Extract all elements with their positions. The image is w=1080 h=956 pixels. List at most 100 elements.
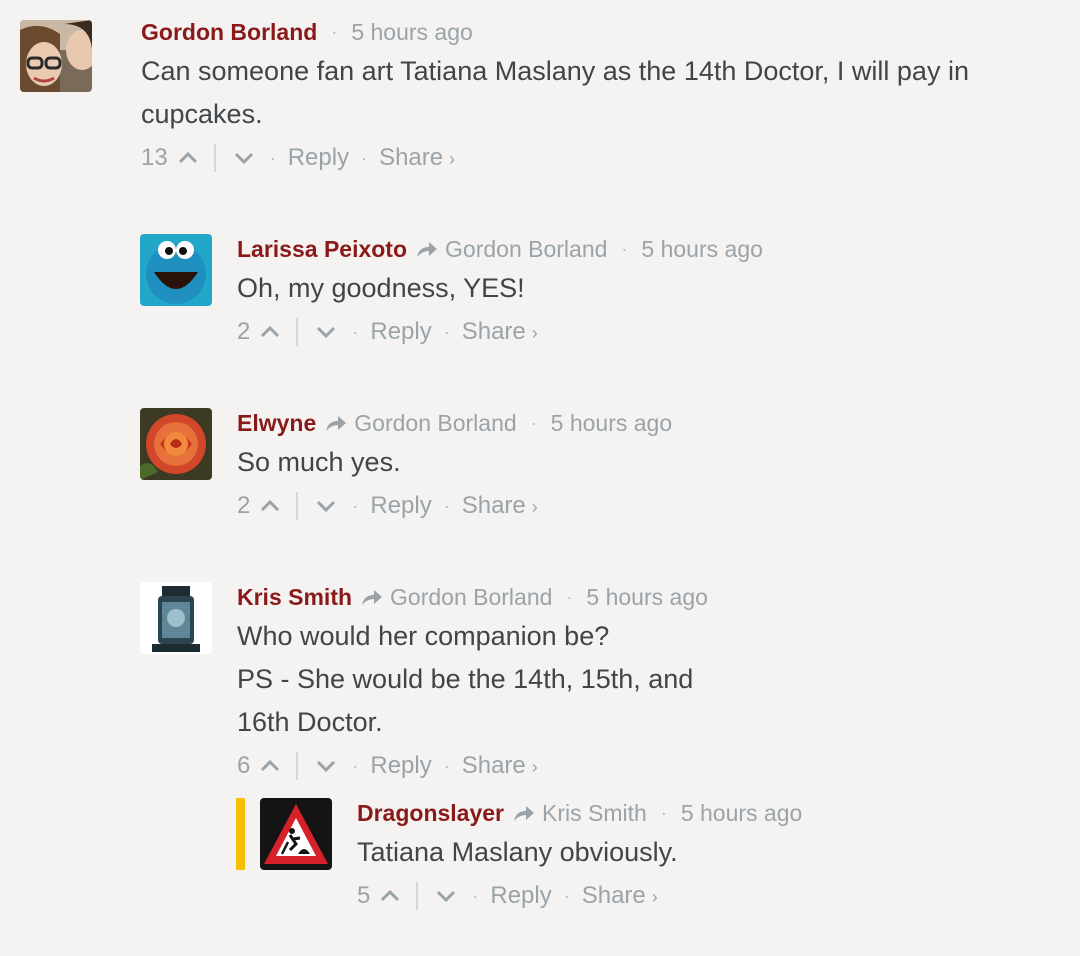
chevron-up-icon xyxy=(261,325,280,338)
chevron-right-icon: › xyxy=(449,149,456,169)
parent-author[interactable]: Kris Smith xyxy=(542,800,647,827)
upvote-button[interactable] xyxy=(174,143,202,173)
downvote-button[interactable] xyxy=(312,491,340,521)
vote-count: 13 xyxy=(141,144,168,171)
comment-footer: 6 · Reply · Share › xyxy=(237,744,708,788)
parent-author[interactable]: Gordon Borland xyxy=(354,410,516,437)
share-label: Share xyxy=(461,492,526,519)
reply-link[interactable]: Reply xyxy=(370,492,431,520)
vote-count: 5 xyxy=(357,882,371,909)
cookie-monster-icon xyxy=(140,234,212,306)
chevron-right-icon: › xyxy=(651,887,658,907)
separator-dot: · xyxy=(660,802,667,823)
separator-dot: · xyxy=(472,885,479,906)
separator-dot: · xyxy=(352,495,359,516)
vote-divider xyxy=(416,882,419,910)
chevron-right-icon: › xyxy=(531,497,538,517)
timestamp[interactable]: 5 hours ago xyxy=(641,236,762,263)
vote-divider xyxy=(296,492,299,520)
comment-footer: 13 · Reply · Share › xyxy=(141,136,1076,180)
chevron-down-icon xyxy=(317,326,336,339)
share-link[interactable]: Share › xyxy=(462,318,538,346)
separator-dot: · xyxy=(443,321,450,342)
comment-footer: 5 · Reply · Share › xyxy=(357,874,802,918)
chevron-down-icon xyxy=(317,760,336,773)
separator-dot: · xyxy=(361,147,368,168)
chevron-right-icon: › xyxy=(531,757,538,777)
vote-count: 2 xyxy=(237,492,251,519)
parent-author[interactable]: Gordon Borland xyxy=(445,236,607,263)
share-label: Share xyxy=(461,318,526,345)
reply-arrow-icon xyxy=(415,239,439,259)
avatar[interactable] xyxy=(140,234,212,306)
separator-dot: · xyxy=(352,321,359,342)
share-link[interactable]: Share › xyxy=(462,752,538,780)
author-name[interactable]: Dragonslayer xyxy=(357,800,504,827)
parent-author[interactable]: Gordon Borland xyxy=(390,584,552,611)
avatar[interactable] xyxy=(260,798,332,870)
chevron-down-icon xyxy=(317,500,336,513)
chevron-up-icon xyxy=(178,151,197,164)
reply-arrow-icon xyxy=(360,587,384,607)
upvote-button[interactable] xyxy=(256,317,284,347)
avatar[interactable] xyxy=(140,582,212,654)
chevron-down-icon xyxy=(234,152,253,165)
separator-dot: · xyxy=(443,495,450,516)
timestamp[interactable]: 5 hours ago xyxy=(551,410,672,437)
avatar[interactable] xyxy=(140,408,212,480)
comment-text: Tatiana Maslany obviously. xyxy=(357,837,678,867)
upvote-button[interactable] xyxy=(376,881,404,911)
separator-dot: · xyxy=(566,586,573,607)
author-name[interactable]: Larissa Peixoto xyxy=(237,236,407,263)
vote-count: 2 xyxy=(237,318,251,345)
reply-link[interactable]: Reply xyxy=(370,752,431,780)
chevron-down-icon xyxy=(437,890,456,903)
comment-text: Who would her companion be? PS - She wou… xyxy=(237,621,694,737)
downvote-button[interactable] xyxy=(230,143,258,173)
share-link[interactable]: Share › xyxy=(379,144,455,172)
separator-dot: · xyxy=(530,412,537,433)
separator-dot: · xyxy=(443,755,450,776)
comment-thread: Gordon Borland · 5 hours ago Can someone… xyxy=(0,0,1080,956)
share-link[interactable]: Share › xyxy=(462,492,538,520)
timestamp[interactable]: 5 hours ago xyxy=(681,800,802,827)
roadwork-sign-icon xyxy=(260,798,332,870)
chevron-up-icon xyxy=(381,889,400,902)
share-label: Share xyxy=(461,752,526,779)
chevron-up-icon xyxy=(261,499,280,512)
statue-icon xyxy=(140,582,212,654)
upvote-button[interactable] xyxy=(256,751,284,781)
chevron-up-icon xyxy=(261,759,280,772)
upvote-button[interactable] xyxy=(256,491,284,521)
separator-dot: · xyxy=(563,885,570,906)
avatar[interactable] xyxy=(20,20,92,92)
rose-icon xyxy=(140,408,212,480)
timestamp[interactable]: 5 hours ago xyxy=(586,584,707,611)
new-comment-highlight xyxy=(236,798,245,870)
timestamp[interactable]: 5 hours ago xyxy=(351,19,472,46)
author-name[interactable]: Elwyne xyxy=(237,410,316,437)
reply-link[interactable]: Reply xyxy=(288,144,349,172)
share-label: Share xyxy=(581,882,646,909)
author-name[interactable]: Kris Smith xyxy=(237,584,352,611)
share-link[interactable]: Share › xyxy=(582,882,658,910)
reply-link[interactable]: Reply xyxy=(490,882,551,910)
separator-dot: · xyxy=(269,147,276,168)
photo-woman-glasses-icon xyxy=(20,20,92,92)
downvote-button[interactable] xyxy=(312,317,340,347)
author-name[interactable]: Gordon Borland xyxy=(141,19,317,46)
downvote-button[interactable] xyxy=(312,751,340,781)
share-label: Share xyxy=(379,144,444,171)
vote-count: 6 xyxy=(237,752,251,779)
comment-text: Oh, my goodness, YES! xyxy=(237,273,525,303)
vote-divider xyxy=(296,318,299,346)
downvote-button[interactable] xyxy=(432,881,460,911)
reply-arrow-icon xyxy=(512,803,536,823)
chevron-right-icon: › xyxy=(531,323,538,343)
reply-link[interactable]: Reply xyxy=(370,318,431,346)
comment-footer: 2 · Reply · Share › xyxy=(237,310,763,354)
separator-dot: · xyxy=(331,21,338,42)
separator-dot: · xyxy=(352,755,359,776)
separator-dot: · xyxy=(621,238,628,259)
comment-footer: 2 · Reply · Share › xyxy=(237,484,672,528)
